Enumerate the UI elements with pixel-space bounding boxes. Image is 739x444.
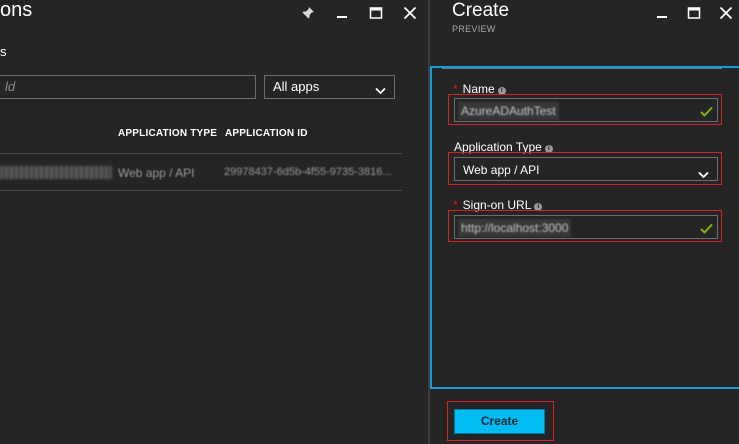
app-filter-select[interactable]: All apps [264,75,395,99]
close-icon[interactable] [399,2,421,24]
app-filter-value: All apps [273,79,320,94]
name-input[interactable]: AzureADAuthTest [454,98,718,122]
create-blade: Create PREVIEW * Name i AzureADAuthTest Ap… [430,0,739,444]
minimize-icon[interactable] [331,2,353,24]
application-type-select[interactable]: Web app / API [454,157,718,181]
maximize-icon[interactable] [365,2,387,24]
column-header-application-id[interactable]: APPLICATION ID [225,128,308,139]
minimize-icon[interactable] [651,2,673,24]
signon-url-input[interactable]: http://localhost:3000 [454,215,718,239]
search-input[interactable]: ld [0,75,256,99]
panel-top-rule [442,68,722,69]
checkmark-icon [700,221,713,239]
table-row[interactable]: Web app / API 29978437-6d5b-4f55-9735-38… [0,153,402,191]
row-application-id: 29978437-6d5b-4f55-9735-3816... [224,166,392,178]
application-type-value: Web app / API [463,163,540,177]
tab-fragment[interactable]: s [0,44,7,59]
row-application-type: Web app / API [118,166,195,180]
signon-url-value: http://localhost:3000 [457,219,572,237]
create-blade-title: Create [452,0,510,21]
blade-title: ons [0,0,33,21]
create-button[interactable]: Create [454,409,545,434]
column-header-application-type[interactable]: APPLICATION TYPE [118,128,217,139]
applications-blade: ons s ld All apps APPLICATION TYPE APPLI… [0,0,428,444]
close-icon[interactable] [715,2,737,24]
checkmark-icon [700,104,713,122]
pin-icon[interactable] [297,2,319,24]
chevron-down-icon [375,83,386,98]
chevron-down-icon [698,166,709,184]
search-placeholder: ld [5,79,16,94]
name-input-value: AzureADAuthTest [458,102,559,120]
create-blade-subtitle: PREVIEW [452,24,496,34]
row-name-redacted [0,166,112,179]
maximize-icon[interactable] [683,2,705,24]
